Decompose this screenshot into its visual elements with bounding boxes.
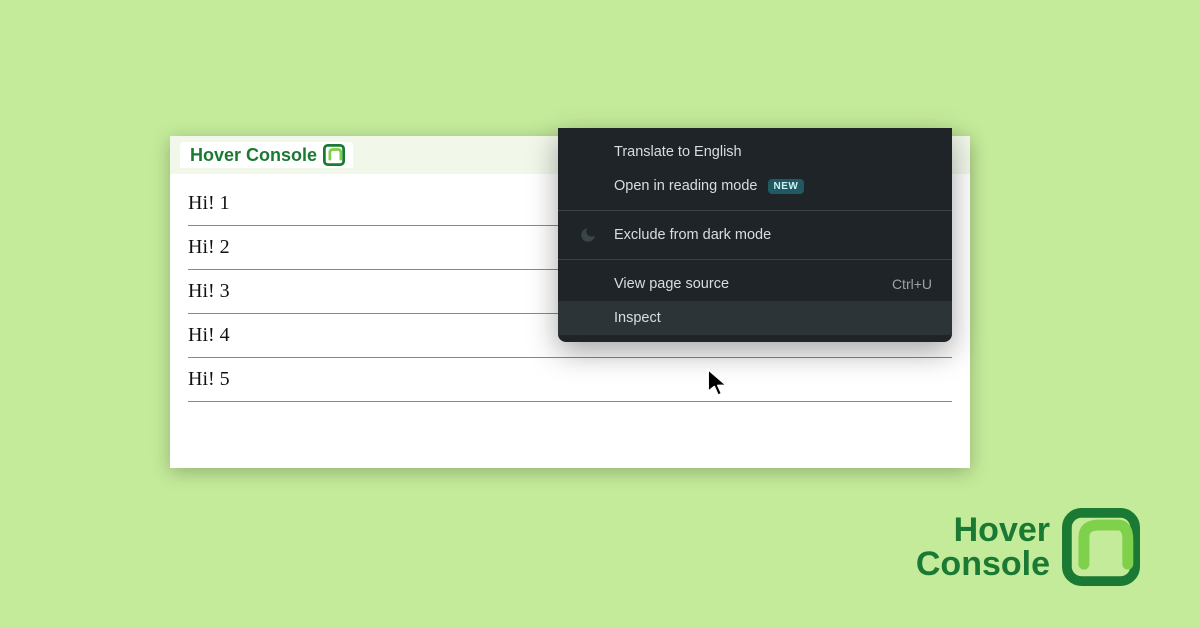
hover-console-logo-icon [323,144,345,166]
menu-view-source[interactable]: View page source Ctrl+U [558,267,952,301]
brand-text: Hover Console [916,513,1050,581]
browser-tab[interactable]: Hover Console [180,142,353,168]
menu-label: Inspect [614,310,661,326]
brand-line2: Console [916,547,1050,581]
menu-label: Exclude from dark mode [614,227,771,243]
menu-label: Open in reading mode [614,178,758,194]
menu-inspect[interactable]: Inspect [558,301,952,335]
brand-logo: Hover Console [916,508,1140,586]
menu-exclude-dark[interactable]: Exclude from dark mode [558,218,952,252]
brand-line1: Hover [916,513,1050,547]
menu-label: View page source [614,276,729,292]
new-badge: NEW [768,179,805,194]
menu-reading-mode[interactable]: Open in reading mode NEW [558,169,952,203]
menu-label: Translate to English [614,144,742,160]
menu-translate[interactable]: Translate to English [558,135,952,169]
moon-icon [578,225,598,245]
hover-console-logo-icon [1062,508,1140,586]
list-item: Hi! 5 [188,358,952,402]
menu-shortcut: Ctrl+U [892,276,932,292]
context-menu: Translate to English Open in reading mod… [558,128,952,342]
tab-title: Hover Console [190,145,317,166]
